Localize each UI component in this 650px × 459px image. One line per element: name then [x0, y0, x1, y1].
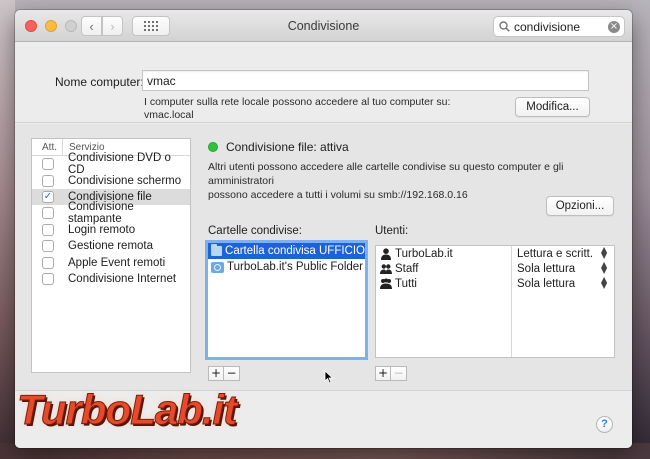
service-row-remote-management[interactable]: Gestione remota: [32, 238, 190, 254]
desktop-wallpaper-right: [632, 0, 650, 459]
file-sharing-status: Condivisione file: attiva: [226, 140, 349, 154]
service-checkbox[interactable]: [42, 256, 54, 269]
service-row-dvd[interactable]: Condivisione DVD o CD: [32, 152, 190, 176]
shared-folder-row[interactable]: Cartella condivisa UFFICIO: [208, 243, 365, 259]
service-checkbox[interactable]: [42, 272, 54, 285]
sharing-preferences-window: ‹ › Condivisione condivisione × Nome com…: [15, 10, 632, 448]
search-icon: [499, 21, 510, 32]
checkmark-icon: ✓: [43, 190, 53, 202]
service-checkbox[interactable]: [42, 223, 54, 236]
search-field[interactable]: condivisione ×: [493, 16, 625, 37]
service-checkbox[interactable]: [42, 158, 54, 171]
add-user-button[interactable]: +: [375, 366, 391, 381]
everyone-icon: [380, 278, 392, 289]
service-checkbox[interactable]: [42, 240, 54, 253]
service-label: Gestione remota: [68, 240, 154, 253]
user-row[interactable]: Staff Sola lettura ▲ ▼: [376, 261, 614, 276]
watermark-logo: TurboLab.it: [16, 386, 237, 434]
computer-local-address: vmac.local: [144, 109, 194, 121]
service-row-internet[interactable]: Condivisione Internet: [32, 271, 190, 287]
public-folder-icon: [211, 261, 224, 273]
service-label: Condivisione DVD o CD: [67, 152, 171, 177]
service-label: Login remoto: [68, 223, 136, 236]
service-checkbox[interactable]: [42, 174, 54, 187]
mouse-pointer-icon: [324, 370, 334, 384]
shared-folders-list[interactable]: Cartella condivisa UFFICIO TurboLab.it's…: [205, 240, 368, 360]
folder-label: TurboLab.it's Public Folder: [227, 261, 364, 273]
user-name: TurboLab.it: [395, 247, 453, 260]
edit-computer-name-button[interactable]: Modifica...: [515, 97, 590, 117]
options-button[interactable]: Opzioni...: [546, 196, 614, 216]
permission-stepper-icon[interactable]: ▲ ▼: [601, 276, 607, 290]
computer-address-info: I computer sulla rete locale possono acc…: [144, 96, 450, 122]
service-checkbox[interactable]: [42, 207, 54, 220]
computer-name-input[interactable]: vmac: [142, 70, 589, 91]
user-icon: [381, 247, 391, 260]
user-add-remove-controls: + −: [375, 366, 407, 381]
service-checkbox-checked[interactable]: ✓: [42, 190, 54, 203]
sharing-main-panel: Att. Servizio Condivisione DVD o CD Cond…: [15, 124, 632, 390]
users-list[interactable]: TurboLab.it Lettura e scritt. ▲ ▼ Staff S…: [375, 245, 615, 358]
help-button[interactable]: ?: [596, 416, 613, 433]
status-indicator-icon: [208, 142, 218, 152]
shared-folder-row[interactable]: TurboLab.it's Public Folder: [208, 259, 365, 275]
desktop-wallpaper-left: [0, 0, 15, 459]
computer-name-panel: Nome computer: vmac I computer sulla ret…: [15, 43, 632, 123]
folder-icon: [211, 244, 223, 256]
computer-info-line: I computer sulla rete locale possono acc…: [144, 96, 451, 108]
permission-stepper-icon[interactable]: ▲ ▼: [601, 261, 607, 275]
description-line: Altri utenti possono accedere alle carte…: [208, 161, 564, 187]
remove-folder-button[interactable]: −: [224, 366, 240, 381]
remove-user-button[interactable]: −: [391, 366, 407, 381]
group-icon: [380, 263, 392, 274]
column-header-on[interactable]: Att.: [32, 139, 63, 155]
clear-search-icon[interactable]: ×: [608, 21, 620, 33]
service-label: Apple Event remoti: [68, 256, 166, 269]
user-permission[interactable]: Sola lettura: [517, 263, 575, 275]
search-input[interactable]: condivisione: [514, 20, 580, 34]
users-label: Utenti:: [375, 225, 409, 237]
user-row[interactable]: Tutti Sola lettura ▲ ▼: [376, 276, 614, 291]
add-folder-button[interactable]: +: [208, 366, 224, 381]
shared-folders-label: Cartelle condivise:: [208, 225, 302, 237]
folder-add-remove-controls: + −: [208, 366, 240, 381]
folder-label: Cartella condivisa UFFICIO: [225, 245, 365, 257]
user-permission[interactable]: Lettura e scritt.: [517, 248, 593, 260]
service-label: Condivisione Internet: [68, 272, 177, 285]
service-label: Condivisione schermo: [68, 174, 182, 187]
user-name: Staff: [395, 262, 419, 275]
service-row-apple-events[interactable]: Apple Event remoti: [32, 254, 190, 270]
title-bar: ‹ › Condivisione condivisione ×: [15, 10, 632, 42]
service-label: Condivisione stampante: [67, 201, 134, 226]
user-row[interactable]: TurboLab.it Lettura e scritt. ▲ ▼: [376, 246, 614, 261]
service-row-printer[interactable]: Condivisione stampante: [32, 201, 190, 225]
permission-stepper-icon[interactable]: ▲ ▼: [601, 246, 607, 260]
user-permission[interactable]: Sola lettura: [517, 278, 575, 290]
service-row-screen[interactable]: Condivisione schermo: [32, 172, 190, 188]
user-name: Tutti: [395, 277, 417, 290]
computer-name-label: Nome computer:: [55, 75, 144, 89]
services-list: Att. Servizio Condivisione DVD o CD Cond…: [31, 138, 191, 373]
